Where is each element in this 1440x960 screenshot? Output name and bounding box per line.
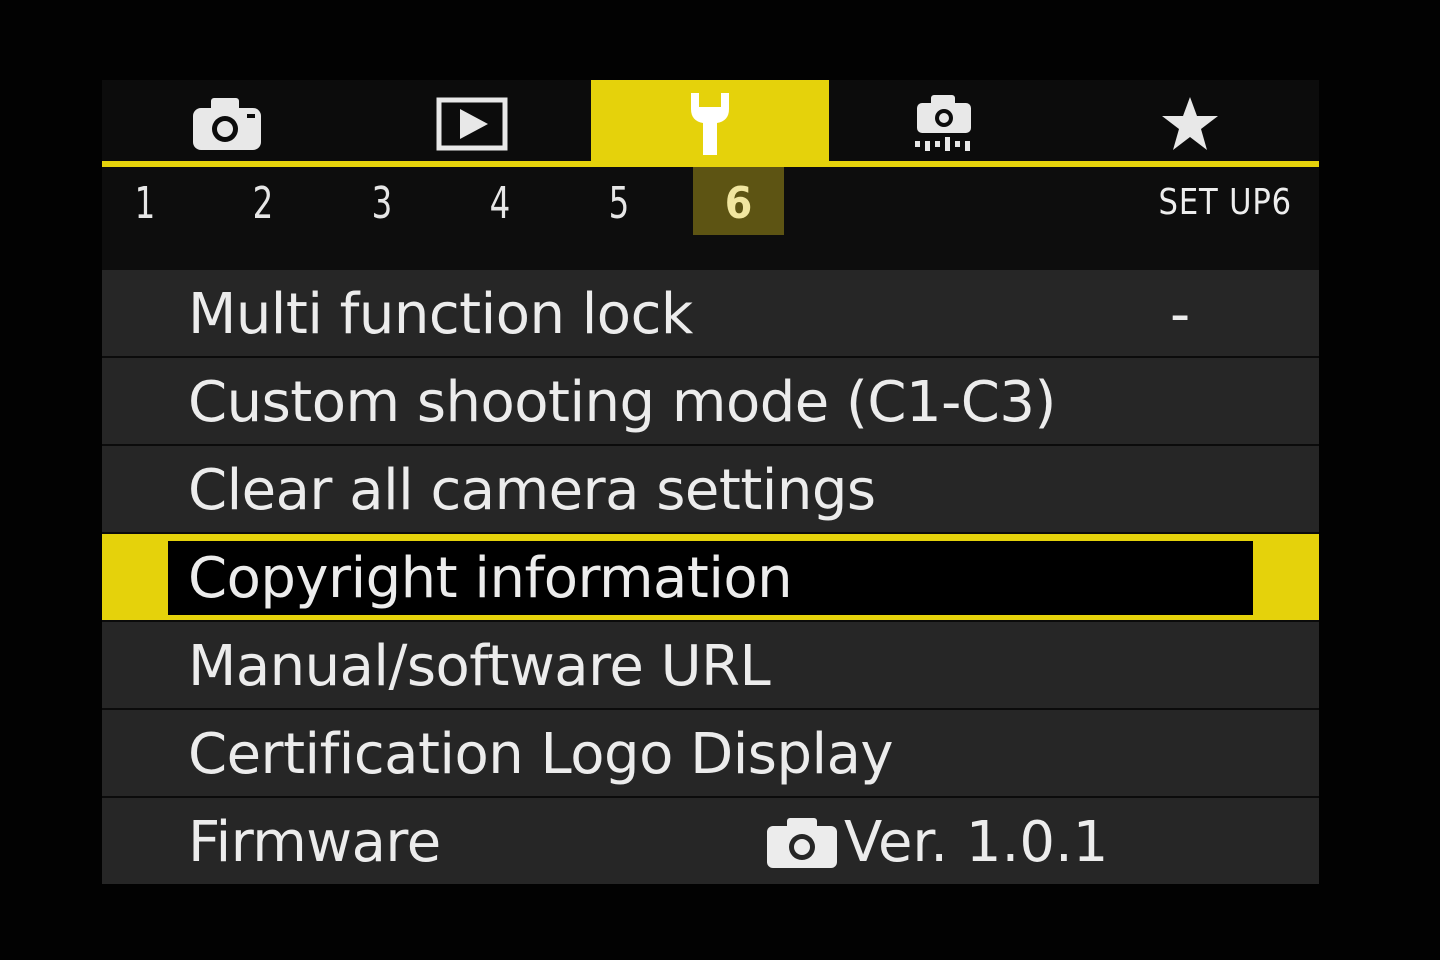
subtab-4[interactable]: 4 bbox=[475, 167, 524, 235]
subtab-2[interactable]: 2 bbox=[238, 167, 287, 235]
custom-function-icon bbox=[915, 95, 971, 151]
list-item-label: Manual/software URL bbox=[188, 634, 771, 699]
subtab-1[interactable]: 1 bbox=[120, 167, 169, 235]
list-item-custom-shooting-mode[interactable]: Custom shooting mode (C1-C3) bbox=[102, 358, 1319, 444]
tab-setup[interactable] bbox=[591, 80, 829, 168]
list-item-multi-function-lock[interactable]: Multi function lock - bbox=[102, 270, 1319, 356]
tab-shooting[interactable] bbox=[157, 80, 297, 168]
wrench-icon bbox=[691, 93, 729, 155]
list-item-label: Clear all camera settings bbox=[188, 458, 876, 523]
list-item-label: Certification Logo Display bbox=[188, 722, 894, 787]
tab-custom-functions[interactable] bbox=[874, 80, 1014, 168]
list-item-value: - bbox=[1170, 282, 1191, 347]
tab-my-menu[interactable] bbox=[1120, 80, 1260, 168]
firmware-version: Ver. 1.0.1 bbox=[844, 810, 1109, 875]
list-item-copyright-information[interactable]: Copyright information bbox=[102, 534, 1319, 620]
playback-icon bbox=[436, 97, 508, 151]
subtab-6[interactable]: 6 bbox=[693, 167, 784, 235]
list-item-clear-camera-settings[interactable]: Clear all camera settings bbox=[102, 446, 1319, 532]
list-item-firmware[interactable]: Firmware Ver. 1.0.1 bbox=[102, 798, 1319, 884]
camera-icon bbox=[193, 98, 261, 150]
subtab-5[interactable]: 5 bbox=[594, 167, 643, 235]
list-item-label: Multi function lock bbox=[188, 282, 693, 347]
settings-list: Multi function lock - Custom shooting mo… bbox=[102, 270, 1319, 886]
main-tab-bar bbox=[102, 80, 1319, 168]
list-item-manual-software-url[interactable]: Manual/software URL bbox=[102, 622, 1319, 708]
menu-page-title: SET UP6 bbox=[1158, 182, 1292, 223]
list-item-label: Copyright information bbox=[188, 546, 793, 611]
list-item-label: Firmware bbox=[188, 810, 441, 875]
list-item-label: Custom shooting mode (C1-C3) bbox=[188, 370, 1056, 435]
list-item-certification-logo-display[interactable]: Certification Logo Display bbox=[102, 710, 1319, 796]
tab-playback[interactable] bbox=[402, 80, 542, 168]
camera-menu-screen: 1 2 3 4 5 6 SET UP6 Multi function lock … bbox=[102, 80, 1319, 886]
camera-body-icon bbox=[767, 818, 837, 868]
star-icon bbox=[1162, 97, 1218, 150]
subtab-3[interactable]: 3 bbox=[357, 167, 406, 235]
